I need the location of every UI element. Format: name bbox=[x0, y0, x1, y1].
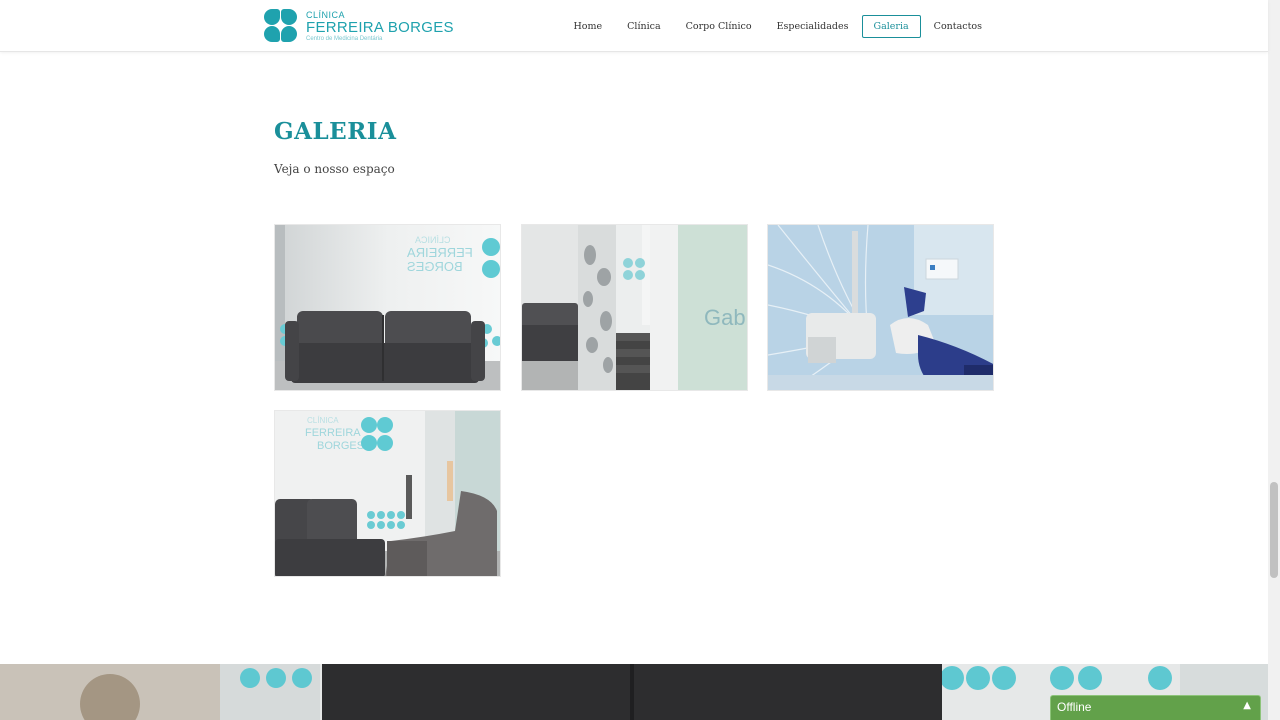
gallery-image-waiting-room[interactable]: CLÍNICA FERREIRA BORGES bbox=[274, 224, 501, 391]
site-header: CLÍNICA FERREIRA BORGES Centro de Medici… bbox=[0, 0, 1268, 52]
clinic-logo[interactable]: CLÍNICA FERREIRA BORGES Centro de Medici… bbox=[264, 9, 454, 45]
nav-contactos[interactable]: Contactos bbox=[922, 15, 994, 38]
scrollbar-thumb[interactable] bbox=[1270, 482, 1278, 578]
gallery-subtitle: Veja o nosso espaço bbox=[274, 162, 395, 176]
nav-clinica[interactable]: Clínica bbox=[615, 15, 673, 38]
svg-text:FERREIRA: FERREIRA bbox=[407, 245, 473, 260]
gallery-title: GALERIA bbox=[274, 118, 397, 145]
chevron-up-icon[interactable]: ▲ bbox=[1243, 700, 1251, 711]
gallery-image-corridor[interactable]: Gabin bbox=[521, 224, 748, 391]
logo-name: FERREIRA BORGES bbox=[306, 19, 454, 36]
gallery-image-waiting-room-chairs[interactable]: CLÍNICA FERREIRA BORGES bbox=[274, 410, 501, 577]
svg-text:FERREIRA: FERREIRA bbox=[305, 427, 361, 439]
corridor-wall-text: Gabin bbox=[704, 305, 748, 330]
waiting-room-chairs-photo: CLÍNICA FERREIRA BORGES bbox=[275, 411, 500, 576]
svg-text:CLÍNICA: CLÍNICA bbox=[415, 235, 451, 245]
gallery-image-dental-chair[interactable] bbox=[767, 224, 994, 391]
svg-text:CLÍNICA: CLÍNICA bbox=[307, 416, 339, 425]
nav-home[interactable]: Home bbox=[562, 15, 615, 38]
svg-text:BORGES: BORGES bbox=[407, 259, 463, 274]
main-nav: Home Clínica Corpo Clínico Especialidade… bbox=[561, 15, 994, 38]
dental-chair-photo bbox=[768, 225, 993, 390]
page-scrollbar[interactable] bbox=[1268, 0, 1280, 720]
nav-especialidades[interactable]: Especialidades bbox=[765, 15, 861, 38]
chat-status-label: Offline bbox=[1057, 700, 1092, 714]
chat-widget[interactable]: Offline ▲ bbox=[1050, 695, 1261, 720]
waiting-room-photo: CLÍNICA FERREIRA BORGES bbox=[275, 225, 500, 390]
nav-galeria[interactable]: Galeria bbox=[861, 15, 921, 38]
nav-corpo-clinico[interactable]: Corpo Clínico bbox=[674, 15, 764, 38]
corridor-photo: Gabin bbox=[522, 225, 748, 390]
logo-mark-icon bbox=[264, 9, 298, 43]
svg-text:BORGES: BORGES bbox=[317, 440, 364, 452]
logo-tagline: Centro de Medicina Dentária bbox=[306, 36, 383, 42]
